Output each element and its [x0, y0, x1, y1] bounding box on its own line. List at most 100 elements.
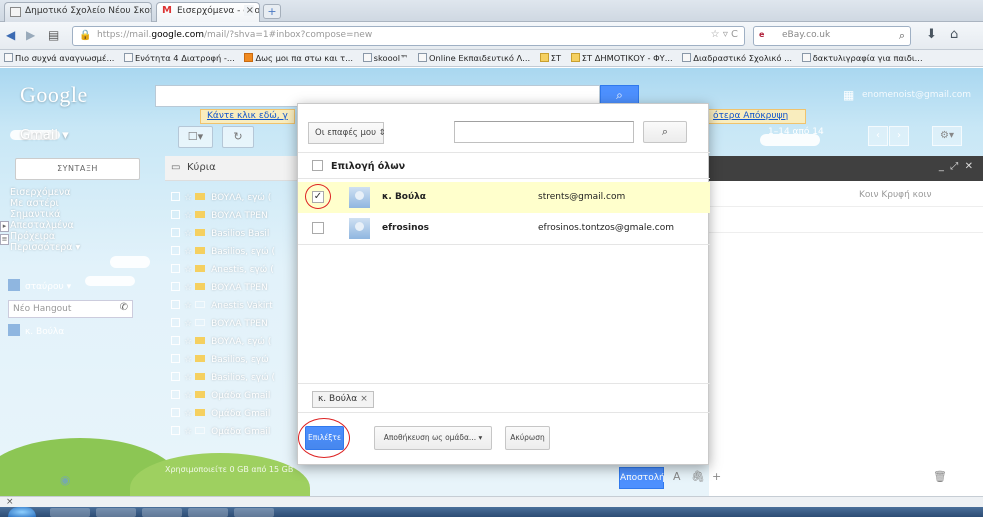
row-checkbox[interactable] — [171, 192, 180, 201]
tab-gmail[interactable]: M Εισερχόμενα - enomenoist@gmail.co... × — [156, 2, 260, 22]
row-checkbox[interactable] — [171, 282, 180, 291]
row-checkbox[interactable] — [171, 426, 180, 435]
bookmark-item[interactable]: Δως μοι πα στω και τ... — [244, 53, 353, 63]
important-tag-icon[interactable] — [195, 247, 206, 254]
next-page-button[interactable]: › — [889, 126, 909, 146]
bookmark-item[interactable]: ΣΤ ΔΗΜΟΤΙΚΟΥ - ΦΥ... — [570, 53, 673, 63]
mail-row[interactable]: ☆ Basilios, εγώ ( — [165, 369, 310, 387]
select-all-checkbox[interactable]: Επιλογή όλων — [312, 160, 405, 172]
new-tab-button[interactable]: + — [263, 4, 281, 19]
checkbox[interactable] — [312, 160, 323, 171]
tab-school[interactable]: Δημοτικό Σχολείο Νέου Σκοπού — [4, 2, 152, 22]
bookmark-item[interactable]: Διαδραστικό Σχολικό ... — [682, 53, 792, 63]
mail-row[interactable]: ☆ BOYΛA TPEN — [165, 279, 310, 297]
mail-row[interactable]: ☆ Anestis, εγώ ( — [165, 261, 310, 279]
minimize-icon[interactable]: _ — [939, 161, 944, 172]
row-checkbox[interactable] — [171, 300, 180, 309]
important-tag-icon[interactable] — [195, 409, 206, 416]
taskbar-item[interactable] — [234, 508, 274, 517]
chat-icon[interactable]: ◉ — [60, 473, 70, 487]
star-icon[interactable]: ☆ — [184, 211, 192, 221]
row-checkbox[interactable] — [171, 336, 180, 345]
bookmark-item[interactable]: Online Εκπαιδευτικό Λ... — [417, 53, 530, 63]
row-checkbox[interactable] — [171, 210, 180, 219]
mail-row[interactable]: ☆ BOYΛA, εγώ ( — [165, 333, 310, 351]
mail-row[interactable]: ☆ Basilios, εγώ — [165, 351, 310, 369]
refresh-button[interactable]: ↻ — [222, 126, 254, 148]
taskbar-item[interactable] — [50, 508, 90, 517]
hangout-user[interactable]: σταύρου ▾ — [8, 279, 71, 297]
row-checkbox[interactable] — [171, 318, 180, 327]
tab-close-icon[interactable]: × — [243, 5, 254, 16]
mail-row[interactable]: ☆ Basilios, εγώ ( — [165, 243, 310, 261]
mail-row[interactable]: ☆ Ομάδα Gmail — [165, 423, 310, 441]
mail-row[interactable]: ☆ Basilios Basil — [165, 225, 310, 243]
cc-bcc-links[interactable]: Κοιν Κρυφή κοιν — [859, 190, 932, 200]
notice-links-right[interactable]: ότερα Απόκρυψη — [708, 109, 806, 124]
search-icon[interactable]: ⌕ — [899, 29, 905, 43]
row-checkbox[interactable] — [171, 246, 180, 255]
account-email[interactable]: enomenoist@gmail.com — [862, 90, 971, 100]
new-hangout-input[interactable]: Νέο Hangout ✆ — [8, 300, 133, 318]
back-icon[interactable]: ◀ — [6, 28, 15, 42]
bookmark-item[interactable]: ΣΤ — [539, 53, 561, 63]
star-icon[interactable]: ☆ — [184, 355, 192, 365]
save-as-group-button[interactable]: Αποθήκευση ως ομάδα... ▾ — [374, 426, 492, 450]
important-tag-icon[interactable] — [195, 373, 206, 380]
phone-icon[interactable]: ✆ — [120, 302, 128, 313]
expand-icon[interactable]: ▸ — [0, 221, 9, 232]
important-tag-icon[interactable] — [195, 319, 206, 326]
row-checkbox[interactable] — [171, 372, 180, 381]
star-icon[interactable]: ☆ — [184, 337, 192, 347]
sidebar-item-starred[interactable]: Με αστέρι — [10, 198, 59, 209]
notice-link[interactable]: Κάντε κλικ εδώ, γ — [207, 111, 288, 121]
mail-row[interactable]: ☆ Ομάδα Gmail — [165, 387, 310, 405]
star-icon[interactable]: ☆ — [184, 301, 192, 311]
mail-row[interactable]: ☆ Anestis Vakirt — [165, 297, 310, 315]
url-controls[interactable]: ☆ ▿ C — [711, 29, 738, 40]
taskbar-item[interactable] — [96, 508, 136, 517]
important-tag-icon[interactable] — [195, 229, 206, 236]
browser-search[interactable]: e eBay.co.uk ⌕ — [753, 26, 911, 46]
star-icon[interactable]: ☆ — [184, 193, 192, 203]
mail-row[interactable]: ☆ Ομάδα Gmail — [165, 405, 310, 423]
row-checkbox[interactable] — [171, 408, 180, 417]
star-icon[interactable]: ☆ — [184, 391, 192, 401]
important-tag-icon[interactable] — [195, 283, 206, 290]
ebay-icon[interactable]: e — [759, 30, 764, 39]
contacts-filter-dropdown[interactable]: Οι επαφές μου ⇕ — [308, 122, 386, 144]
bookmark-item[interactable]: Ενότητα 4 Διατροφή -... — [124, 53, 235, 63]
important-tag-icon[interactable] — [195, 211, 206, 218]
format-attach-icons[interactable]: A 🖇 + — [673, 470, 721, 483]
apps-grid-icon[interactable]: ▦ — [843, 88, 854, 102]
home-icon[interactable]: ⌂ — [950, 27, 958, 42]
star-icon[interactable]: ☆ — [184, 373, 192, 383]
sidebar-item-more[interactable]: Περισσότερα ▾ — [10, 242, 80, 253]
contact-search-button[interactable]: ⌕ — [643, 121, 687, 143]
important-tag-icon[interactable] — [195, 193, 206, 200]
star-icon[interactable]: ☆ — [184, 319, 192, 329]
contact-checkbox[interactable] — [312, 222, 324, 234]
gmail-menu[interactable]: Gmail ▾ — [20, 128, 69, 143]
sidebar-item-sent[interactable]: Απεσταλμένα — [10, 220, 74, 231]
sidebar-item-important[interactable]: Σημαντικά — [10, 209, 60, 220]
star-icon[interactable]: ☆ — [184, 265, 192, 275]
row-checkbox[interactable] — [171, 390, 180, 399]
star-icon[interactable]: ☆ — [184, 409, 192, 419]
sidebar-item-drafts[interactable]: Πρόχειρα — [10, 231, 55, 242]
star-icon[interactable]: ☆ — [184, 283, 192, 293]
hangout-contact[interactable]: κ. Βούλα — [8, 324, 64, 342]
taskbar-item[interactable] — [188, 508, 228, 517]
download-icon[interactable]: ⬇ — [926, 27, 937, 42]
chip-remove-icon[interactable]: × — [360, 394, 368, 404]
row-checkbox[interactable] — [171, 354, 180, 363]
mail-row[interactable]: ☆ BOYΛA, εγώ ( — [165, 189, 310, 207]
contact-row[interactable]: efrosinos efrosinos.tontzos@gmale.com — [298, 213, 710, 244]
send-button[interactable]: Αποστολή — [619, 467, 665, 489]
bookmark-item[interactable]: Πιο συχνά αναγνωσμέ... — [4, 53, 114, 63]
mail-row[interactable]: ☆ BOYΛA TPEN — [165, 315, 310, 333]
row-checkbox[interactable] — [171, 264, 180, 273]
taskbar-item[interactable] — [142, 508, 182, 517]
important-tag-icon[interactable] — [195, 337, 206, 344]
sidebar-item-inbox[interactable]: Εισερχόμενα — [10, 187, 70, 198]
